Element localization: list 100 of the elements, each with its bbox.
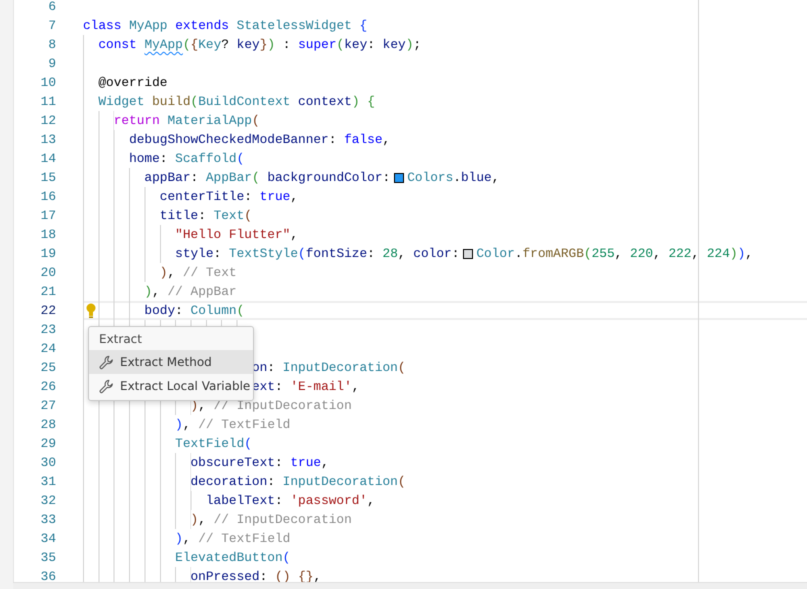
code-token: blue [460, 170, 492, 185]
code-token: obscureText [190, 455, 275, 470]
code-token: MaterialApp [167, 113, 252, 128]
closing-label: // TextField [198, 417, 290, 432]
wrench-icon [99, 378, 114, 394]
code-token: ( [298, 246, 306, 261]
code-token: true [260, 189, 290, 204]
line-number: 13 [40, 131, 56, 149]
code-token: } [260, 37, 268, 52]
code-token: , [745, 246, 753, 261]
code-token: , [182, 531, 191, 546]
code-token: @override [98, 75, 168, 90]
code-token: : [160, 151, 168, 166]
code-token: return [114, 113, 160, 128]
code-token: : [214, 246, 222, 261]
line-number: 18 [40, 226, 56, 244]
code-token: style [175, 246, 214, 261]
code-token: , [614, 246, 622, 261]
code-token: : [198, 208, 206, 223]
code-token: backgroundColor [267, 170, 383, 185]
code-token: class [83, 18, 122, 33]
code-token: , [398, 246, 406, 261]
code-token: ( [182, 37, 191, 52]
code-token: title [160, 208, 198, 223]
code-token: { [360, 18, 368, 33]
code-token: , [382, 132, 390, 147]
code-token: : [190, 170, 198, 185]
code-token: : [452, 246, 460, 261]
code-token: { [367, 94, 375, 109]
menu-item[interactable]: Extract Local Variable [89, 374, 253, 398]
code-token: Column [190, 303, 237, 318]
code-token: centerTitle [160, 189, 244, 204]
code-token: MyApp [144, 37, 183, 52]
code-token: ) [730, 246, 738, 261]
line-number: 30 [40, 454, 56, 472]
code-token: ) [175, 531, 183, 546]
code-token: ) [160, 265, 168, 280]
code-token: super [298, 37, 337, 52]
line-number: 23 [40, 321, 56, 339]
code-token: ) [267, 37, 276, 52]
code-token: , [290, 189, 298, 204]
code-token: , [198, 398, 206, 413]
code-token: : [282, 37, 290, 52]
code-token: 'E-mail' [290, 379, 352, 394]
code-token: ? [221, 37, 229, 52]
line-number: 14 [40, 150, 56, 168]
code-token: InputDecoration [282, 474, 398, 489]
code-token: ( [398, 474, 406, 489]
code-token: : [244, 189, 252, 204]
code-token: Color [476, 246, 515, 261]
code-token: , [492, 170, 500, 185]
code-token: ( [252, 170, 260, 185]
code-token: ) [144, 284, 152, 299]
code-token: StatelessWidget [236, 18, 352, 33]
line-number: 12 [40, 112, 56, 130]
code-token: 28 [382, 246, 398, 261]
code-token: Colors [407, 170, 454, 185]
menu-item[interactable]: Extract Method [89, 350, 253, 374]
code-token: key [382, 37, 406, 52]
code-token: fontSize [306, 246, 368, 261]
line-number: 16 [40, 188, 56, 206]
code-token: 220 [630, 246, 654, 261]
code-token: TextField [175, 436, 244, 451]
code-token: ( [244, 436, 252, 451]
code-token: ) [352, 94, 360, 109]
code-token: labelText [206, 493, 275, 508]
line-number: 36 [40, 568, 56, 586]
line-number: 19 [40, 245, 56, 263]
code-token: : [260, 569, 268, 584]
code-token: : [274, 455, 283, 470]
code-token: , [691, 246, 700, 261]
code-token: debugShowCheckedModeBanner [129, 132, 329, 147]
line-number: 22 [40, 302, 56, 320]
code-token: : [274, 493, 283, 508]
code-token: appBar [144, 170, 190, 185]
color-swatch[interactable] [463, 248, 474, 258]
code-token: : [267, 474, 275, 489]
code-token: ( [398, 360, 406, 375]
code-token: ElevatedButton [175, 550, 283, 565]
code-token: ( [236, 151, 244, 166]
code-token: InputDecoration [282, 360, 398, 375]
code-token: , [313, 569, 322, 584]
line-number: 10 [40, 74, 56, 92]
horizontal-scrollbar[interactable] [13, 582, 807, 589]
color-swatch[interactable] [394, 172, 404, 182]
code-token: fromARGB [522, 246, 584, 261]
code-token: ( [244, 208, 252, 223]
code-token: 255 [592, 246, 615, 261]
code-token: , [653, 246, 661, 261]
code-token: : [367, 37, 375, 52]
line-number: 34 [40, 530, 56, 548]
code-token: . [514, 246, 522, 261]
lightbulb-icon[interactable] [86, 303, 96, 318]
line-number: 25 [40, 359, 56, 377]
code-token: TextStyle [228, 246, 298, 261]
line-number: 8 [47, 36, 56, 54]
code-token: ) [738, 246, 746, 261]
code-token: , [167, 265, 176, 280]
code-token: ( [584, 246, 592, 261]
code-token: ; [413, 37, 422, 52]
